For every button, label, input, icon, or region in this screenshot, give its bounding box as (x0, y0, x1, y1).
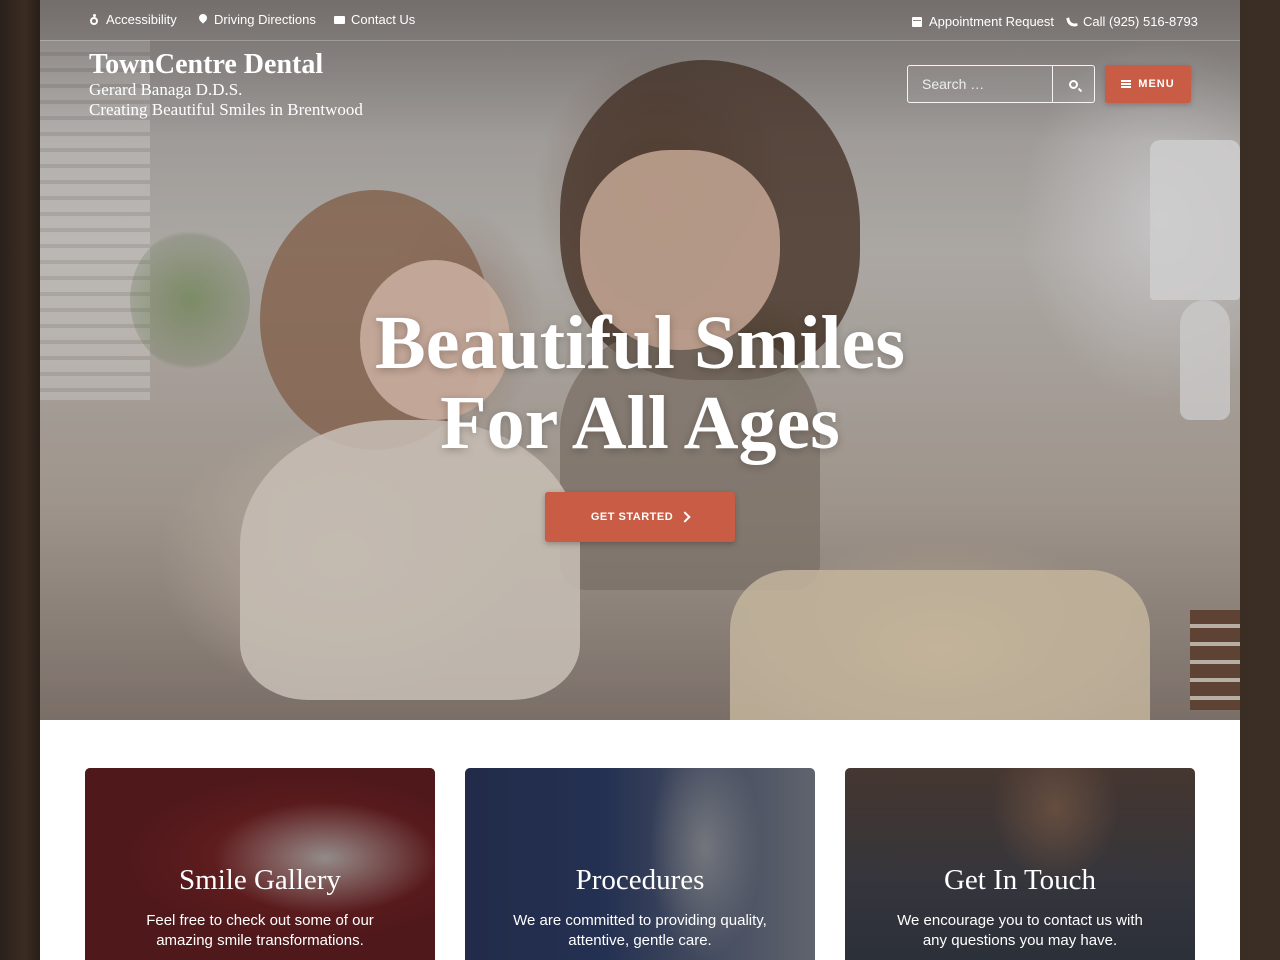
map-pin-icon (197, 14, 208, 25)
card-title: Procedures (575, 864, 705, 896)
menu-button[interactable]: MENU (1105, 65, 1191, 103)
calendar-icon (912, 16, 923, 27)
hero-heading-line1: Beautiful Smiles (375, 301, 905, 385)
get-started-label: GET STARTED (590, 511, 674, 523)
search-form (907, 65, 1095, 103)
card-description: We encourage you to contact us with any … (897, 912, 1143, 949)
utility-bar: Accessibility Driving Directions Contact… (40, 0, 1240, 41)
accessibility-link[interactable]: Accessibility (89, 12, 177, 27)
page: Accessibility Driving Directions Contact… (40, 0, 1240, 960)
feature-cards: Smile Gallery Feel free to check out som… (85, 768, 1195, 960)
card-get-in-touch[interactable]: Get In Touch We encourage you to contact… (845, 768, 1195, 960)
driving-directions-label: Driving Directions (214, 12, 316, 27)
hero-heading-line2: For All Ages (440, 381, 840, 465)
driving-directions-link[interactable]: Driving Directions (197, 12, 316, 27)
contact-us-link[interactable]: Contact Us (334, 12, 415, 27)
contact-us-label: Contact Us (351, 12, 416, 27)
doctor-name: Gerard Banaga D.D.S. (89, 80, 243, 99)
card-title: Smile Gallery (179, 864, 341, 896)
card-smile-gallery[interactable]: Smile Gallery Feel free to check out som… (85, 768, 435, 960)
appointment-request-link[interactable]: Appointment Request (912, 14, 1054, 29)
search-icon (1069, 79, 1078, 89)
phone-icon (1066, 16, 1077, 27)
card-description: We are committed to providing quality, a… (513, 912, 767, 949)
card-description: Feel free to check out some of our amazi… (146, 912, 374, 949)
site-brand[interactable]: TownCentre Dental Gerard Banaga D.D.S. C… (89, 50, 363, 120)
card-procedures[interactable]: Procedures We are committed to providing… (465, 768, 815, 960)
site-tagline: Creating Beautiful Smiles in Brentwood (89, 100, 363, 119)
envelope-icon (334, 14, 345, 25)
phone-label: Call (925) 516-8793 (1083, 14, 1198, 29)
accessibility-label: Accessibility (106, 12, 177, 27)
hero-heading: Beautiful Smiles For All Ages (40, 303, 1240, 463)
menu-label: MENU (1138, 78, 1175, 90)
arrow-right-icon (679, 511, 691, 523)
hamburger-icon (1121, 80, 1132, 88)
search-button[interactable] (1052, 66, 1094, 102)
phone-link[interactable]: Call (925) 516-8793 (1066, 14, 1198, 29)
search-input[interactable] (908, 66, 1052, 102)
hero-section: Accessibility Driving Directions Contact… (40, 0, 1240, 720)
site-title: TownCentre Dental (89, 49, 324, 80)
card-title: Get In Touch (943, 864, 1097, 896)
get-started-button[interactable]: GET STARTED (545, 492, 735, 542)
wheelchair-icon (89, 14, 100, 25)
appointment-request-label: Appointment Request (929, 14, 1055, 29)
